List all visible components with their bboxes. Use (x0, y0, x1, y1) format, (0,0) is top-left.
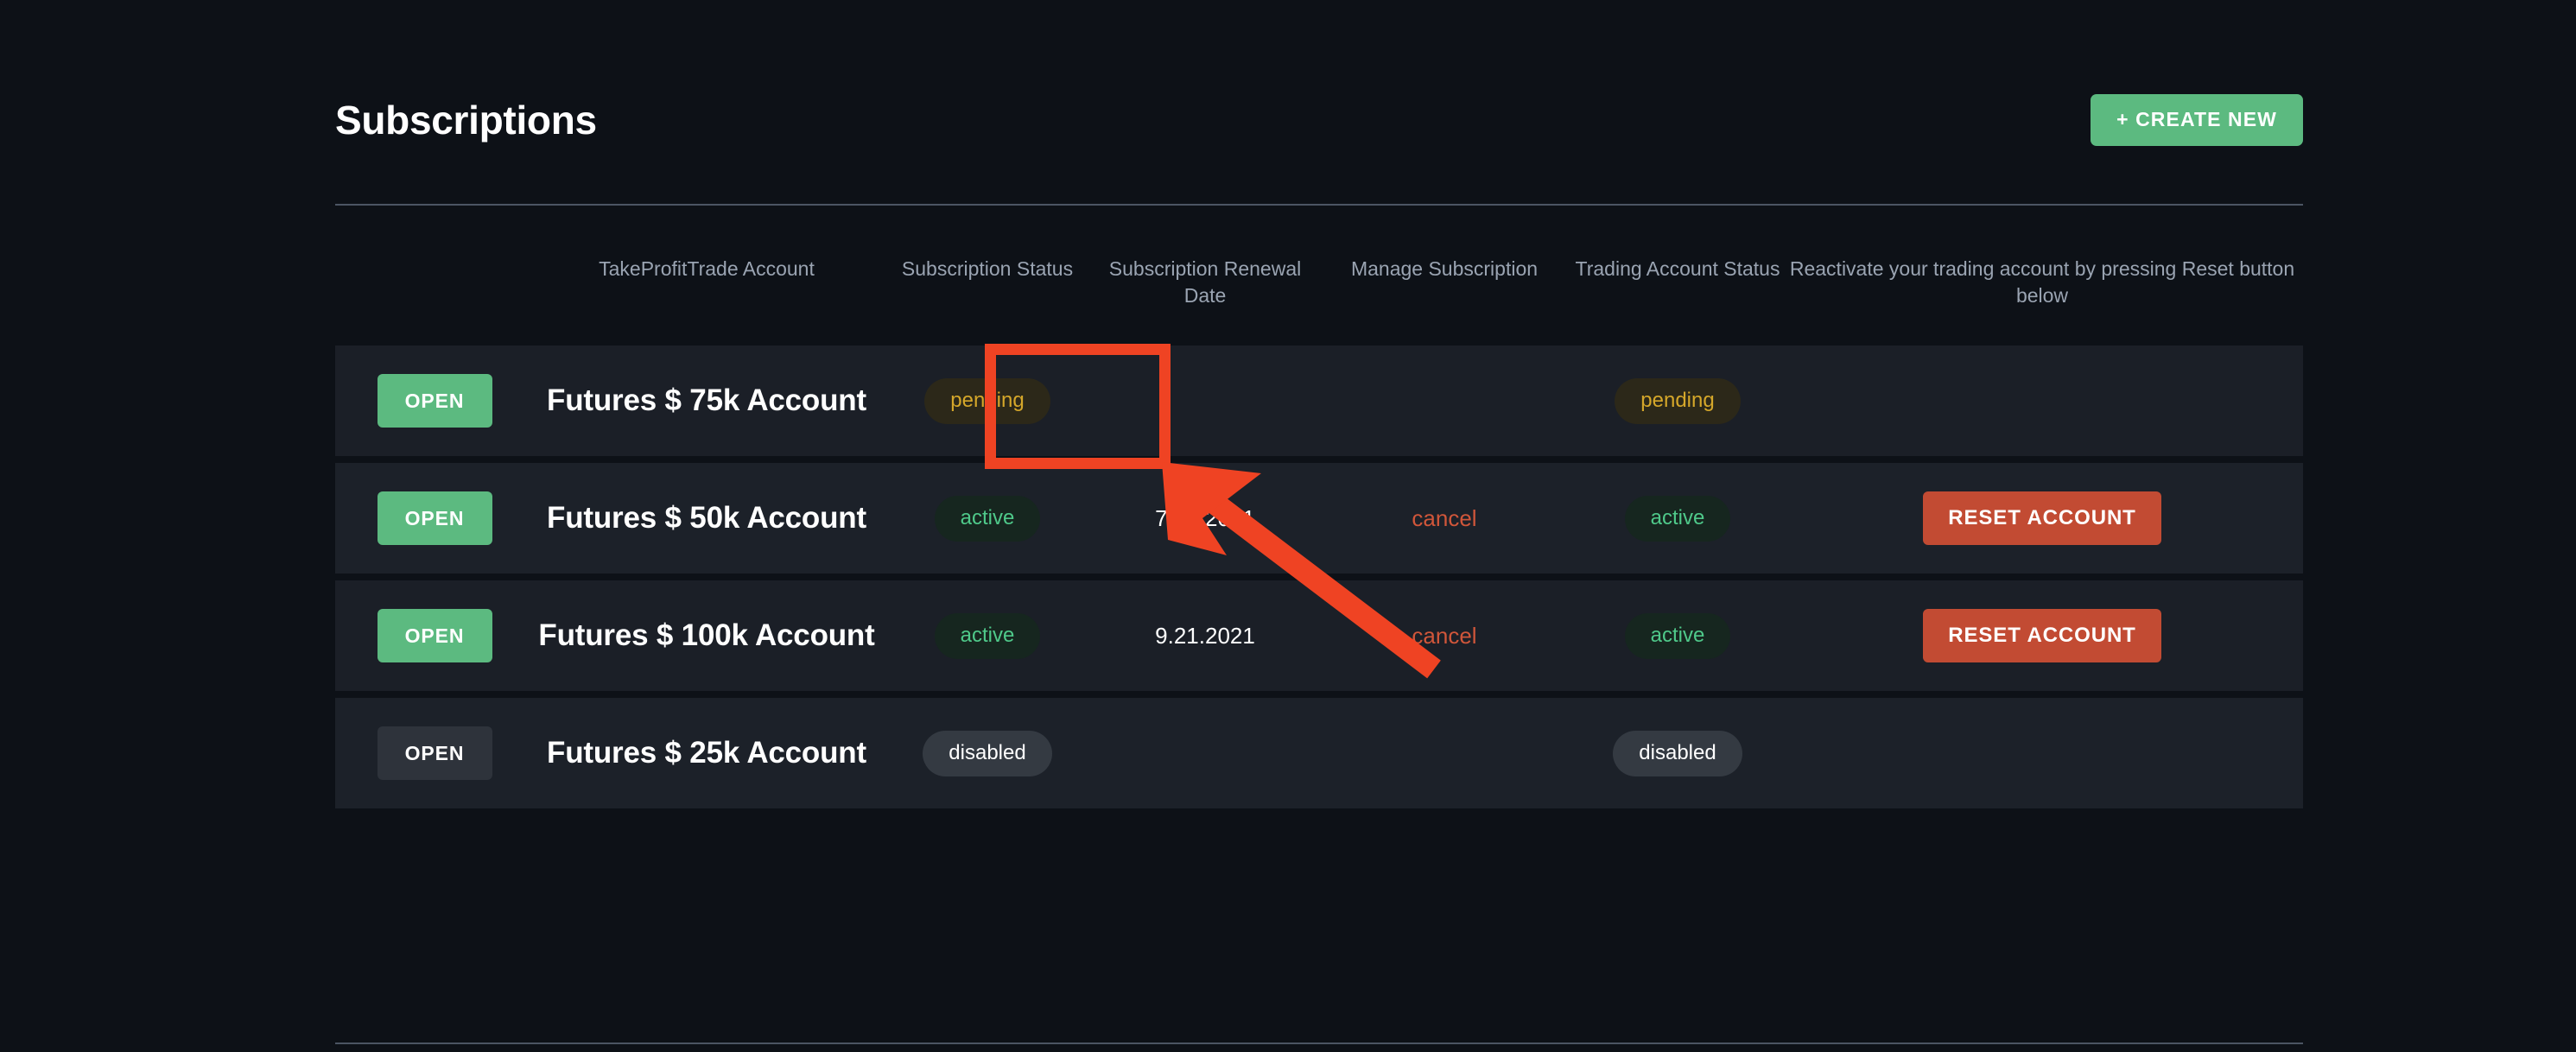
cell-renewal-date: 9.21.2021 (1095, 580, 1315, 691)
page-header: Subscriptions + CREATE NEW (335, 83, 2303, 157)
reset-account-button[interactable]: RESET ACCOUNT (1923, 609, 2161, 662)
cell-manage-subscription: cancel (1315, 463, 1574, 574)
cell-renewal-date (1095, 345, 1315, 456)
cell-trading-account-status: disabled (1574, 698, 1781, 808)
cell-subscription-status: pending (879, 345, 1095, 456)
cell-trading-account-status: active (1574, 463, 1781, 574)
cell-subscription-status: active (879, 580, 1095, 691)
table-row: OPEN Futures $ 100k Account active 9.21.202… (335, 580, 2303, 691)
cell-open: OPEN (335, 463, 534, 574)
renewal-date-label: 7.23.2021 (1155, 504, 1255, 531)
page-title: Subscriptions (335, 98, 597, 143)
cell-subscription-status: disabled (879, 698, 1095, 808)
table-row: OPEN Futures $ 25k Account disabled disable… (335, 698, 2303, 808)
cell-trading-account-status: active (1574, 580, 1781, 691)
cancel-subscription-link[interactable]: cancel (1412, 505, 1476, 532)
cell-manage-subscription (1315, 698, 1574, 808)
cell-renewal-date: 7.23.2021 (1095, 463, 1315, 574)
cell-account-name: Futures $ 50k Account (534, 463, 879, 574)
cell-reset-account (1781, 345, 2303, 456)
column-header-subscription-status: Subscription Status (901, 257, 1074, 280)
account-name-label: Futures $ 50k Account (547, 501, 866, 535)
subscriptions-table: TakeProfitTrade Account Subscription Sta… (335, 204, 2303, 815)
subscription-status-badge: disabled (923, 730, 1052, 776)
cell-account-name: Futures $ 25k Account (534, 698, 879, 808)
account-name-label: Futures $ 25k Account (547, 736, 866, 770)
trading-account-status-badge: pending (1615, 377, 1741, 424)
renewal-date-label: 9.21.2021 (1155, 622, 1255, 649)
create-new-button[interactable]: + CREATE NEW (2091, 94, 2303, 146)
subscriptions-page: Subscriptions + CREATE NEW TakeProfitTra… (0, 0, 2576, 1052)
subscription-status-badge: active (934, 495, 1041, 542)
cell-reset-account: RESET ACCOUNT (1781, 463, 2303, 574)
cell-trading-account-status: pending (1574, 345, 1781, 456)
cell-open: OPEN (335, 345, 534, 456)
column-header-reactivate: Reactivate your trading account by press… (1789, 257, 2295, 307)
column-header-manage-subscription: Manage Subscription (1350, 257, 1539, 280)
open-account-button[interactable]: OPEN (377, 374, 492, 428)
column-header-trading-account-status: Trading Account Status (1575, 257, 1780, 280)
account-name-label: Futures $ 100k Account (538, 618, 875, 652)
table-body: OPEN Futures $ 75k Account pending pending O… (335, 345, 2303, 808)
cell-account-name: Futures $ 100k Account (534, 580, 879, 691)
column-header-account: TakeProfitTrade Account (599, 257, 815, 280)
trading-account-status-badge: active (1624, 612, 1731, 659)
cell-open: OPEN (335, 698, 534, 808)
cancel-subscription-link[interactable]: cancel (1412, 623, 1476, 650)
cell-reset-account: RESET ACCOUNT (1781, 580, 2303, 691)
subscription-status-badge: active (934, 612, 1041, 659)
account-name-label: Futures $ 75k Account (547, 383, 866, 417)
open-account-button: OPEN (377, 726, 492, 780)
table-row: OPEN Futures $ 75k Account pending pending (335, 345, 2303, 456)
cell-account-name: Futures $ 75k Account (534, 345, 879, 456)
cell-subscription-status: active (879, 463, 1095, 574)
open-account-button[interactable]: OPEN (377, 609, 492, 662)
cell-manage-subscription: cancel (1315, 580, 1574, 691)
column-header-renewal-date: Subscription Renewal Date (1108, 257, 1302, 307)
cell-open: OPEN (335, 580, 534, 691)
reset-account-button[interactable]: RESET ACCOUNT (1923, 491, 2161, 545)
cell-reset-account (1781, 698, 2303, 808)
footer-divider (335, 1042, 2303, 1044)
subscription-status-badge: pending (924, 377, 1050, 424)
trading-account-status-badge: active (1624, 495, 1731, 542)
cell-renewal-date (1095, 698, 1315, 808)
open-account-button[interactable]: OPEN (377, 491, 492, 545)
table-row: OPEN Futures $ 50k Account active 7.23.2021… (335, 463, 2303, 574)
trading-account-status-badge: disabled (1613, 730, 1742, 776)
cell-manage-subscription (1315, 345, 1574, 456)
table-column-headers: TakeProfitTrade Account Subscription Sta… (335, 204, 2303, 345)
